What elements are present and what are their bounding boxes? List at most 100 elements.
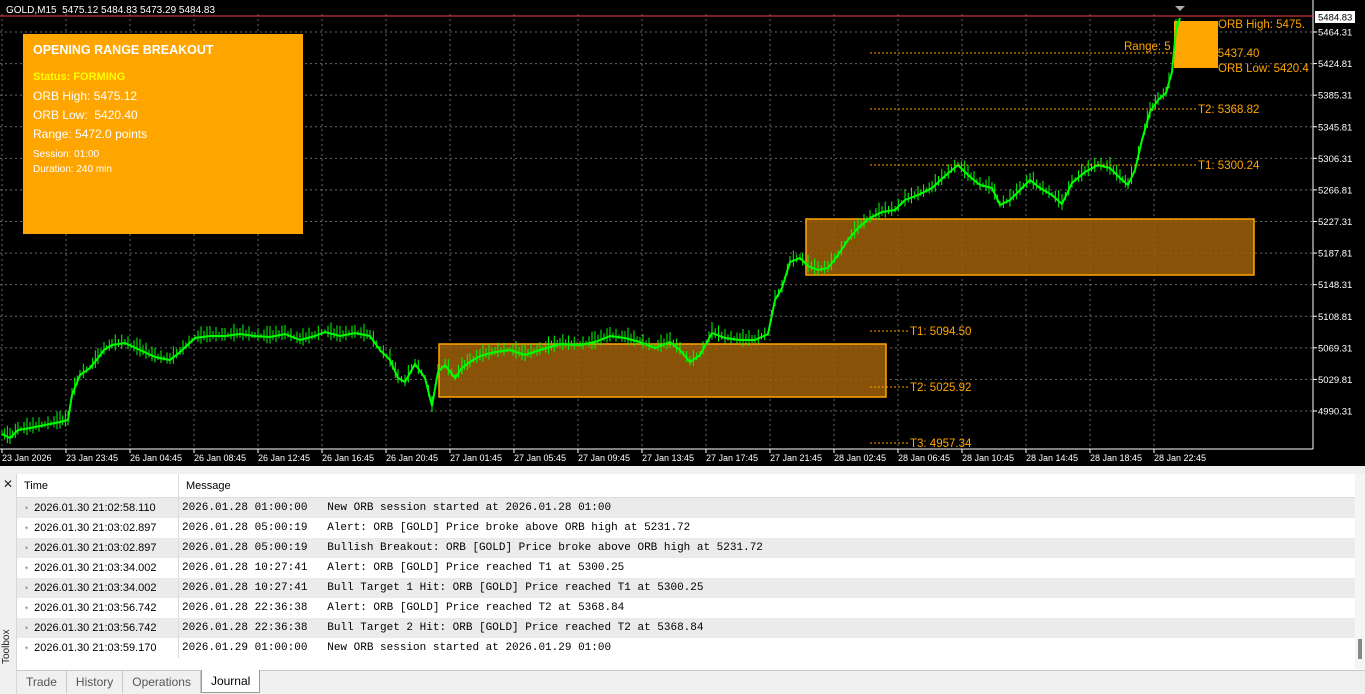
panel-status: Status: FORMING (33, 71, 126, 83)
time-tick-label: 28 Jan 18:45 (1090, 453, 1142, 463)
t1-upper-label: T1: 5300.24 (1198, 160, 1260, 172)
time-tick-label: 28 Jan 22:45 (1154, 453, 1206, 463)
row-time-text: 2026.01.30 21:03:34.002 (34, 582, 157, 594)
t3-upper-label: T3: 5437.40 (1198, 48, 1259, 60)
journal-table: Time Message • 2026.01.30 21:02:58.110 202… (17, 474, 1355, 658)
row-time-text: 2026.01.30 21:03:02.897 (34, 522, 157, 534)
row-time: • 2026.01.30 21:03:34.002 (17, 578, 179, 598)
time-tick-label: 27 Jan 01:45 (450, 453, 502, 463)
time-tick-label: 26 Jan 12:45 (258, 453, 310, 463)
row-bullet-icon: • (25, 583, 29, 593)
tab-history[interactable]: History (67, 671, 124, 693)
table-row[interactable]: • 2026.01.30 21:03:56.742 2026.01.28 22:36… (17, 618, 1355, 638)
panel-title: OPENING RANGE BREAKOUT (33, 43, 214, 57)
table-row[interactable]: • 2026.01.30 21:03:56.742 2026.01.28 22:36… (17, 598, 1355, 618)
price-tick-label: 5029.81 (1318, 375, 1352, 386)
row-time: • 2026.01.30 21:03:56.742 (17, 598, 179, 618)
row-message: 2026.01.28 10:27:41 Bull Target 1 Hit: O… (182, 582, 704, 594)
time-tick-label: 28 Jan 02:45 (834, 453, 886, 463)
row-bullet-icon: • (25, 503, 29, 513)
table-row[interactable]: • 2026.01.30 21:03:02.897 2026.01.28 05:00… (17, 518, 1355, 538)
orb-box-2 (805, 218, 1255, 276)
time-tick-label: 26 Jan 16:45 (322, 453, 374, 463)
row-time-text: 2026.01.30 21:02:58.110 (34, 502, 156, 514)
toolbox-label: Toolbox (1, 629, 12, 664)
row-bullet-icon: • (25, 623, 29, 633)
column-message[interactable]: Message (179, 474, 238, 497)
row-time-text: 2026.01.30 21:03:59.170 (34, 642, 157, 654)
journal-scrollbar[interactable] (1355, 474, 1365, 669)
row-message: 2026.01.28 22:36:38 Alert: ORB [GOLD] Pr… (182, 602, 625, 614)
range-label: Range: 5 (1124, 41, 1171, 53)
orb-box-1 (438, 343, 887, 398)
time-tick-label: 26 Jan 20:45 (386, 453, 438, 463)
row-time-text: 2026.01.30 21:03:34.002 (34, 562, 157, 574)
price-tick-label: 5424.81 (1318, 59, 1352, 70)
current-price-label: 5484.83 (1318, 13, 1352, 24)
row-bullet-icon: • (25, 643, 29, 653)
time-tick-label: 26 Jan 08:45 (194, 453, 246, 463)
price-tick-label: 5345.81 (1318, 122, 1352, 133)
table-row[interactable]: • 2026.01.30 21:03:34.002 2026.01.28 10:27… (17, 578, 1355, 598)
table-row[interactable]: • 2026.01.30 21:02:58.110 2026.01.28 01:00… (17, 498, 1355, 518)
row-message: 2026.01.28 05:00:19 Alert: ORB [GOLD] Pr… (182, 522, 691, 534)
row-message: 2026.01.28 10:27:41 Alert: ORB [GOLD] Pr… (182, 562, 625, 574)
tab-journal[interactable]: Journal (200, 670, 261, 693)
row-time: • 2026.01.30 21:03:34.002 (17, 558, 179, 578)
row-time-text: 2026.01.30 21:03:56.742 (34, 602, 157, 614)
time-tick-label: 23 Jan 23:45 (66, 453, 118, 463)
panel-orb-low: ORB Low: 5420.40 (33, 108, 138, 122)
t1-lower-label: T1: 5094.50 (910, 326, 971, 338)
price-tick-label: 5108.81 (1318, 312, 1352, 323)
tab-trade[interactable]: Trade (17, 671, 67, 693)
scrollbar-thumb[interactable] (1358, 639, 1362, 659)
price-tick-label: 5306.31 (1318, 154, 1352, 165)
panel-range: Range: 5472.0 points (33, 127, 148, 141)
column-time[interactable]: Time (17, 474, 179, 497)
tab-operations[interactable]: Operations (123, 671, 201, 693)
orb-high-label: ORB High: 5475. (1218, 19, 1305, 31)
time-tick-label: 28 Jan 14:45 (1026, 453, 1078, 463)
time-tick-label: 28 Jan 10:45 (962, 453, 1014, 463)
price-tick-label: 5227.31 (1318, 217, 1352, 228)
panel-session: Session: 01:00 (33, 149, 100, 160)
row-time: • 2026.01.30 21:03:02.897 (17, 538, 179, 558)
row-message: 2026.01.28 05:00:19 Bullish Breakout: OR… (182, 542, 763, 554)
t3-lower-label: T3: 4957.34 (910, 438, 972, 450)
row-message: 2026.01.28 22:36:38 Bull Target 2 Hit: O… (182, 622, 704, 634)
symbol-info: GOLD,M15 5475.12 5484.83 5473.29 5484.83 (6, 5, 216, 16)
price-chart[interactable]: 5464.31 5424.81 5385.31 5345.81 5306.31 5266.… (0, 0, 1365, 466)
row-time-text: 2026.01.30 21:03:56.742 (34, 622, 157, 634)
price-tick-label: 5266.81 (1318, 185, 1352, 196)
row-bullet-icon: • (25, 603, 29, 613)
row-bullet-icon: • (25, 543, 29, 553)
row-time: • 2026.01.30 21:03:56.742 (17, 618, 179, 638)
close-icon[interactable]: ✕ (3, 477, 13, 491)
row-bullet-icon: • (25, 523, 29, 533)
table-row[interactable]: • 2026.01.30 21:03:59.170 2026.01.29 01:00… (17, 638, 1355, 658)
shift-marker-icon (1175, 6, 1185, 11)
panel-orb-high: ORB High: 5475.12 (33, 89, 138, 103)
journal-rows: • 2026.01.30 21:02:58.110 2026.01.28 01:00… (17, 498, 1355, 658)
time-tick-label: 27 Jan 05:45 (514, 453, 566, 463)
time-tick-label: 28 Jan 06:45 (898, 453, 950, 463)
toolbox-tabs: Trade History Operations Journal (17, 670, 1365, 694)
price-tick-label: 5148.31 (1318, 280, 1352, 291)
time-tick-label: 27 Jan 21:45 (770, 453, 822, 463)
row-time: • 2026.01.30 21:03:59.170 (17, 638, 179, 658)
table-row[interactable]: • 2026.01.30 21:03:34.002 2026.01.28 10:27… (17, 558, 1355, 578)
row-time-text: 2026.01.30 21:03:02.897 (34, 542, 157, 554)
journal-header: Time Message (17, 474, 1355, 498)
row-time: • 2026.01.30 21:03:02.897 (17, 518, 179, 538)
t2-lower-label: T2: 5025.92 (910, 382, 971, 394)
price-tick-label: 5385.31 (1318, 91, 1352, 102)
table-row[interactable]: • 2026.01.30 21:03:02.897 2026.01.28 05:00… (17, 538, 1355, 558)
time-tick-label: 27 Jan 17:45 (706, 453, 758, 463)
toolbox-panel: ✕ Toolbox Time Message • 2026.01.30 21:02… (0, 474, 1365, 694)
panel-duration: Duration: 240 min (33, 164, 112, 175)
time-tick-label: 26 Jan 04:45 (130, 453, 182, 463)
row-bullet-icon: • (25, 563, 29, 573)
row-message: 2026.01.29 01:00:00 New ORB session star… (182, 642, 612, 654)
time-tick-label: 23 Jan 2026 (2, 453, 52, 463)
orb-box-current (1174, 21, 1218, 68)
